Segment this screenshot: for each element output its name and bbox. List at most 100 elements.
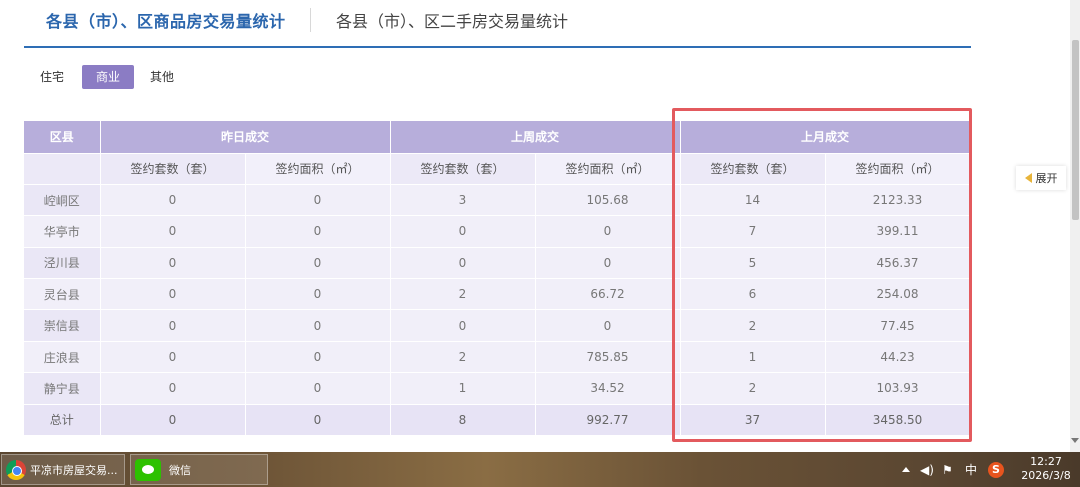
header-count: 签约套数（套）	[680, 153, 826, 185]
table-row: 华亭市 0 0 0 0 7 399.11	[24, 215, 971, 248]
value-cell: 0	[100, 278, 246, 311]
value-cell: 2	[680, 309, 826, 342]
clock-time: 12:27	[1030, 455, 1062, 468]
value-cell: 3	[390, 184, 536, 217]
value-cell: 7	[680, 215, 826, 248]
scroll-down-icon[interactable]	[1071, 438, 1079, 443]
value-cell: 5	[680, 247, 826, 280]
taskbar-item-wechat[interactable]: 微信	[130, 454, 268, 485]
value-cell: 105.68	[535, 184, 681, 217]
value-cell: 0	[100, 372, 246, 405]
value-cell: 0	[245, 278, 391, 311]
value-cell: 66.72	[535, 278, 681, 311]
header-tabs: 各县（市）、区商品房交易量统计 各县（市）、区二手房交易量统计	[24, 0, 971, 48]
value-cell: 0	[245, 309, 391, 342]
district-cell: 静宁县	[24, 372, 101, 405]
header-last-week: 上周成交	[390, 121, 681, 154]
value-cell: 456.37	[825, 247, 971, 280]
wechat-icon	[135, 458, 161, 481]
tab-new-house-stats[interactable]: 各县（市）、区商品房交易量统计	[46, 8, 286, 32]
category-tab-residential[interactable]: 住宅	[40, 65, 64, 89]
value-cell: 2	[680, 372, 826, 405]
value-cell: 2	[390, 278, 536, 311]
header-area: 签约面积（㎡）	[245, 153, 391, 185]
header-last-month: 上月成交	[680, 121, 971, 154]
expand-label: 展开	[1035, 172, 1058, 185]
system-clock[interactable]: 12:27 2026/3/8	[1018, 455, 1074, 483]
value-cell: 0	[100, 215, 246, 248]
value-cell: 785.85	[535, 341, 681, 374]
value-cell: 0	[245, 404, 391, 437]
value-cell: 399.11	[825, 215, 971, 248]
table-row: 泾川县 0 0 0 0 5 456.37	[24, 247, 971, 280]
header-count: 签约套数（套）	[390, 153, 536, 185]
tray-expand-button[interactable]	[902, 452, 910, 487]
value-cell: 0	[100, 404, 246, 437]
value-cell: 0	[535, 309, 681, 342]
value-cell: 0	[535, 247, 681, 280]
value-cell: 44.23	[825, 341, 971, 374]
value-cell: 2	[390, 341, 536, 374]
header-area: 签约面积（㎡）	[825, 153, 971, 185]
district-cell: 崆峒区	[24, 184, 101, 217]
table-row: 灵台县 0 0 2 66.72 6 254.08	[24, 278, 971, 311]
sogou-ime-button[interactable]: S	[988, 452, 1004, 487]
taskbar-item-label: 平凉市房屋交易...	[30, 463, 118, 477]
value-cell: 0	[100, 184, 246, 217]
value-cell: 254.08	[825, 278, 971, 311]
value-cell: 0	[245, 341, 391, 374]
table-row: 崇信县 0 0 0 0 2 77.45	[24, 309, 971, 342]
district-cell: 总计	[24, 404, 101, 437]
value-cell: 0	[100, 309, 246, 342]
header-district: 区县	[24, 121, 101, 154]
value-cell: 77.45	[825, 309, 971, 342]
value-cell: 1	[390, 372, 536, 405]
value-cell: 1	[680, 341, 826, 374]
header-area: 签约面积（㎡）	[535, 153, 681, 185]
tab-separator	[310, 8, 311, 32]
district-cell: 庄浪县	[24, 341, 101, 374]
header-yesterday: 昨日成交	[100, 121, 391, 154]
district-cell: 泾川县	[24, 247, 101, 280]
volume-icon[interactable]: ◀)	[920, 452, 934, 487]
table-total-row: 总计 0 0 8 992.77 37 3458.50	[24, 404, 971, 437]
value-cell: 8	[390, 404, 536, 437]
value-cell: 14	[680, 184, 826, 217]
value-cell: 0	[390, 215, 536, 248]
expand-button[interactable]: 展开	[1016, 166, 1066, 190]
transaction-table: 区县 昨日成交 上周成交 上月成交 签约套数（套） 签约面积（㎡） 签约套数（套…	[24, 121, 971, 437]
value-cell: 37	[680, 404, 826, 437]
header-empty	[24, 153, 101, 185]
taskbar-item-browser[interactable]: 平凉市房屋交易...	[1, 454, 125, 485]
value-cell: 0	[535, 215, 681, 248]
value-cell: 992.77	[535, 404, 681, 437]
value-cell: 0	[245, 184, 391, 217]
value-cell: 34.52	[535, 372, 681, 405]
district-cell: 华亭市	[24, 215, 101, 248]
clock-date: 2026/3/8	[1021, 469, 1071, 482]
value-cell: 0	[245, 372, 391, 405]
value-cell: 103.93	[825, 372, 971, 405]
ime-indicator[interactable]: 中	[965, 452, 977, 487]
table-row: 静宁县 0 0 1 34.52 2 103.93	[24, 372, 971, 405]
taskbar-item-label: 微信	[169, 463, 191, 477]
district-cell: 崇信县	[24, 309, 101, 342]
flag-icon[interactable]: ⚑	[942, 452, 953, 487]
sogou-icon: S	[988, 461, 1004, 478]
arrow-left-icon	[1024, 173, 1032, 183]
value-cell: 0	[100, 341, 246, 374]
scrollbar-thumb[interactable]	[1072, 40, 1079, 220]
district-cell: 灵台县	[24, 278, 101, 311]
category-tab-commercial[interactable]: 商业	[82, 65, 135, 89]
tab-second-hand-stats[interactable]: 各县（市）、区二手房交易量统计	[336, 8, 568, 32]
value-cell: 0	[100, 247, 246, 280]
value-cell: 6	[680, 278, 826, 311]
taskbar: 平凉市房屋交易... 微信	[0, 452, 1080, 487]
value-cell: 0	[245, 247, 391, 280]
table-row: 庄浪县 0 0 2 785.85 1 44.23	[24, 341, 971, 374]
category-tabs: 住宅 商业 其他	[40, 65, 192, 89]
chrome-icon	[6, 459, 26, 480]
table-row: 崆峒区 0 0 3 105.68 14 2123.33	[24, 184, 971, 217]
category-tab-other[interactable]: 其他	[150, 65, 174, 89]
value-cell: 2123.33	[825, 184, 971, 217]
